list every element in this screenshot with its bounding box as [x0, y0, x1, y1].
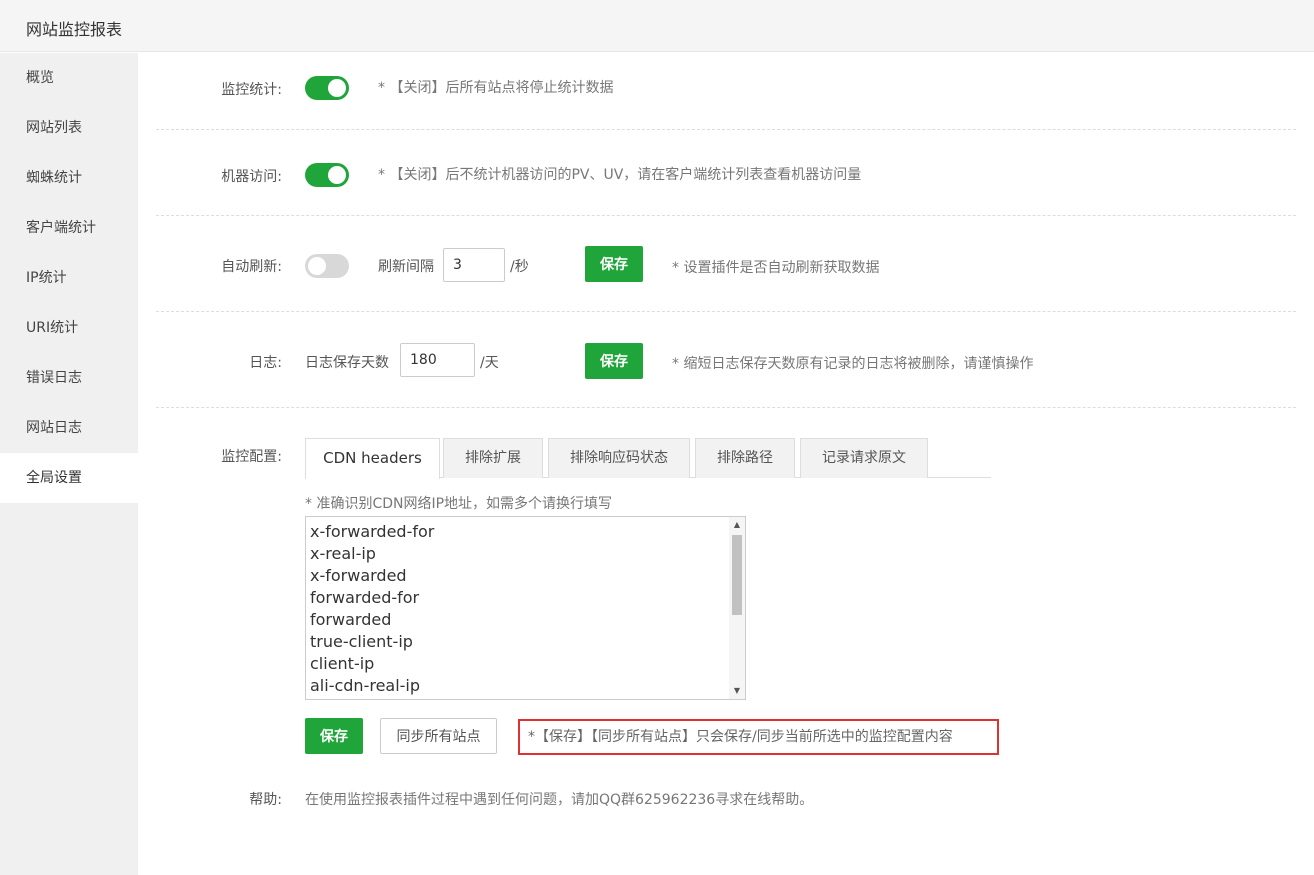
cdn-headers-lines: x-forwarded-for x-real-ip x-forwarded fo…: [310, 521, 434, 697]
sidebar-item-ip-stats[interactable]: IP统计: [0, 253, 138, 303]
sync-all-sites-button[interactable]: 同步所有站点: [380, 718, 497, 754]
divider: [156, 129, 1296, 130]
cdn-headers-hint: * 准确识别CDN网络IP地址，如需多个请换行填写: [305, 496, 613, 512]
sidebar-item-client-stats[interactable]: 客户端统计: [0, 203, 138, 253]
app-title: 网站监控报表: [26, 20, 123, 39]
title-bar: 网站监控报表: [0, 0, 1314, 52]
tab-exclude-extensions[interactable]: 排除扩展: [443, 438, 543, 478]
monitor-config-label: 监控配置:: [221, 449, 282, 465]
toggle-knob: [328, 79, 346, 97]
sidebar-item-site-log[interactable]: 网站日志: [0, 403, 138, 453]
help-text: 在使用监控报表插件过程中遇到任何问题，请加QQ群625962236寻求在线帮助。: [305, 792, 814, 808]
log-days-label: 日志保存天数: [305, 355, 389, 371]
header-line: x-real-ip: [310, 544, 376, 563]
header-line: true-client-ip: [310, 632, 413, 651]
auto-refresh-toggle[interactable]: [305, 254, 349, 278]
header-line: x-forwarded: [310, 566, 407, 585]
robot-visit-note: * 【关闭】后不统计机器访问的PV、UV，请在客户端统计列表查看机器访问量: [378, 167, 862, 183]
header-line: forwarded: [310, 610, 392, 629]
sidebar-item-global-settings[interactable]: 全局设置: [0, 453, 138, 503]
refresh-interval-label: 刷新间隔: [378, 259, 434, 275]
sidebar-item-overview[interactable]: 概览: [0, 53, 138, 103]
sidebar-item-error-log[interactable]: 错误日志: [0, 353, 138, 403]
tab-cdn-headers[interactable]: CDN headers: [305, 438, 440, 479]
header-line: ali-cdn-real-ip: [310, 676, 421, 695]
header-line: x-forwarded-for: [310, 522, 435, 541]
auto-refresh-save-button[interactable]: 保存: [585, 246, 643, 282]
divider: [156, 311, 1296, 312]
cdn-headers-textarea[interactable]: x-forwarded-for x-real-ip x-forwarded fo…: [305, 516, 746, 700]
divider: [156, 215, 1296, 216]
log-save-button[interactable]: 保存: [585, 343, 643, 379]
monitor-stats-label: 监控统计:: [221, 82, 282, 98]
refresh-interval-unit: /秒: [510, 259, 529, 275]
toggle-knob: [328, 166, 346, 184]
header-line: forwarded-for: [310, 588, 420, 607]
log-days-unit: /天: [480, 355, 499, 371]
header-line: client-ip: [310, 654, 375, 673]
tab-exclude-status-codes[interactable]: 排除响应码状态: [548, 438, 690, 478]
sidebar: 概览 网站列表 蜘蛛统计 客户端统计 IP统计 URI统计 错误日志 网站日志 …: [0, 53, 138, 875]
monitor-stats-note: * 【关闭】后所有站点将停止统计数据: [378, 80, 614, 96]
tab-exclude-paths[interactable]: 排除路径: [695, 438, 795, 478]
sync-warning-box: *【保存】【同步所有站点】只会保存/同步当前所选中的监控配置内容: [518, 719, 999, 755]
monitor-config-save-button[interactable]: 保存: [305, 718, 363, 754]
auto-refresh-note: * 设置插件是否自动刷新获取数据: [672, 260, 880, 276]
log-days-input[interactable]: [400, 343, 475, 377]
monitor-stats-toggle[interactable]: [305, 76, 349, 100]
settings-panel: 监控统计: * 【关闭】后所有站点将停止统计数据 机器访问: * 【关闭】后不统…: [138, 53, 1314, 875]
divider: [156, 407, 1296, 408]
robot-visit-label: 机器访问:: [221, 169, 282, 185]
help-label: 帮助:: [249, 792, 282, 808]
sidebar-item-site-list[interactable]: 网站列表: [0, 103, 138, 153]
log-label: 日志:: [249, 355, 282, 371]
log-note: * 缩短日志保存天数原有记录的日志将被删除，请谨慎操作: [672, 356, 1034, 372]
toggle-knob: [308, 257, 326, 275]
auto-refresh-label: 自动刷新:: [221, 259, 282, 275]
tab-record-raw-request[interactable]: 记录请求原文: [800, 438, 928, 478]
refresh-interval-input[interactable]: [443, 248, 505, 282]
sidebar-item-spider-stats[interactable]: 蜘蛛统计: [0, 153, 138, 203]
scroll-up-arrow-icon[interactable]: ▲: [729, 517, 745, 533]
robot-visit-toggle[interactable]: [305, 163, 349, 187]
textarea-scrollbar[interactable]: ▲ ▼: [729, 517, 745, 699]
sidebar-item-uri-stats[interactable]: URI统计: [0, 303, 138, 353]
scrollbar-thumb[interactable]: [732, 535, 742, 615]
scroll-down-arrow-icon[interactable]: ▼: [729, 683, 745, 699]
